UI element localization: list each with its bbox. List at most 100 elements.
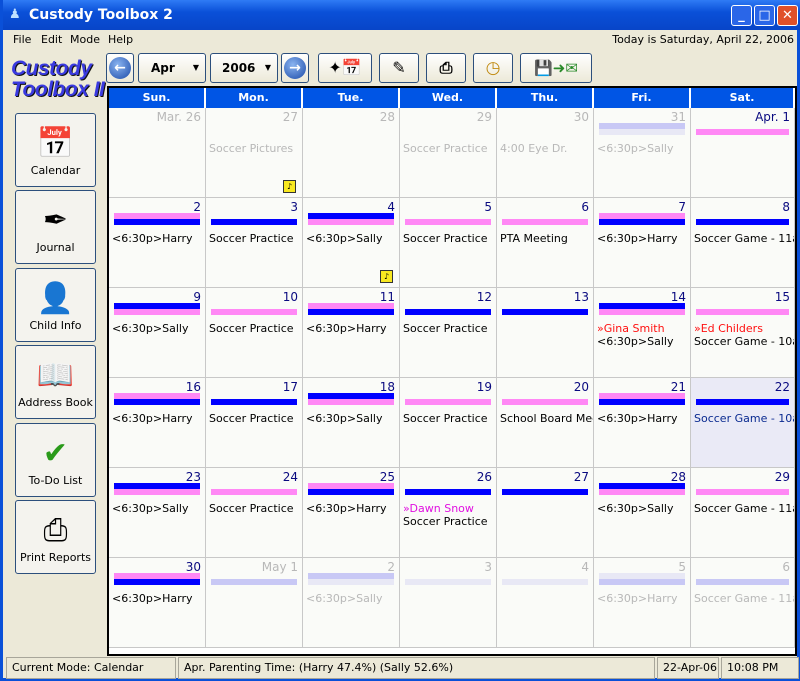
sidebar-item-child-info[interactable]: 👤 Child Info bbox=[15, 268, 96, 342]
calendar-event[interactable]: <6:30p>Harry bbox=[597, 592, 678, 605]
day-cell[interactable]: 10 Soccer Practice bbox=[206, 288, 303, 378]
calendar-event[interactable]: <6:30p>Sally bbox=[306, 232, 382, 245]
calendar-event[interactable]: Soccer Practice bbox=[209, 502, 294, 515]
day-cell[interactable]: 27 bbox=[497, 468, 594, 558]
print-button[interactable]: ⎙ bbox=[426, 53, 466, 83]
calendar-event[interactable]: Soccer Practice bbox=[209, 412, 294, 425]
sidebar-item-calendar[interactable]: 📅 Calendar bbox=[15, 113, 96, 187]
calendar-event[interactable]: <6:30p>Sally bbox=[597, 502, 673, 515]
day-cell[interactable]: 4 <6:30p>Sally ♪ bbox=[303, 198, 400, 288]
clock-button[interactable]: ◷ bbox=[473, 53, 513, 83]
maximize-button[interactable]: □ bbox=[754, 5, 775, 26]
calendar-event[interactable]: Soccer Game - 10a bbox=[694, 412, 794, 425]
day-cell[interactable]: 19 Soccer Practice bbox=[400, 378, 497, 468]
day-cell[interactable]: Apr. 1 bbox=[691, 108, 795, 198]
sidebar-item-address-book[interactable]: 📖 Address Book bbox=[15, 345, 96, 419]
note-icon[interactable]: ♪ bbox=[283, 180, 296, 193]
calendar-event[interactable]: <6:30p>Harry bbox=[112, 412, 193, 425]
day-cell[interactable]: 26 »Dawn Snow Soccer Practice bbox=[400, 468, 497, 558]
wizard-button[interactable]: ✦📅 bbox=[318, 53, 372, 83]
calendar-event[interactable]: <6:30p>Harry bbox=[112, 232, 193, 245]
calendar-event[interactable]: <6:30p>Harry bbox=[306, 322, 387, 335]
day-cell[interactable]: 3 bbox=[400, 558, 497, 648]
sidebar-item-journal[interactable]: ✒ Journal bbox=[15, 190, 96, 264]
day-cell[interactable]: 16 <6:30p>Harry bbox=[109, 378, 206, 468]
calendar-event[interactable]: <6:30p>Harry bbox=[112, 592, 193, 605]
day-cell[interactable]: 30 <6:30p>Harry bbox=[109, 558, 206, 648]
calendar-event[interactable]: Soccer Practice bbox=[209, 232, 294, 245]
day-cell[interactable]: 6 Soccer Game - 11a bbox=[691, 558, 795, 648]
day-cell[interactable]: 30 4:00 Eye Dr. bbox=[497, 108, 594, 198]
day-cell[interactable]: 5 <6:30p>Harry bbox=[594, 558, 691, 648]
calendar-event[interactable]: <6:30p>Sally bbox=[306, 592, 382, 605]
year-select[interactable]: 2006 ▼ bbox=[210, 53, 278, 83]
sidebar-item-print-reports[interactable]: ⎙ Print Reports bbox=[15, 500, 96, 574]
day-cell[interactable]: 9 <6:30p>Sally bbox=[109, 288, 206, 378]
day-cell[interactable]: 21 <6:30p>Harry bbox=[594, 378, 691, 468]
calendar-event[interactable]: Soccer Game - 10a bbox=[694, 335, 794, 348]
calendar-event[interactable]: Soccer Practice bbox=[403, 142, 488, 155]
day-cell[interactable]: 23 <6:30p>Sally bbox=[109, 468, 206, 558]
day-cell[interactable]: 15 »Ed Childers Soccer Game - 10a bbox=[691, 288, 795, 378]
day-cell[interactable]: 20 School Board Meeti bbox=[497, 378, 594, 468]
day-cell[interactable]: 27 Soccer Pictures ♪ bbox=[206, 108, 303, 198]
day-cell[interactable]: 18 <6:30p>Sally bbox=[303, 378, 400, 468]
calendar-event[interactable]: School Board Meeti bbox=[500, 412, 593, 425]
export-button[interactable]: 💾➜✉ bbox=[520, 53, 592, 83]
calendar-event[interactable]: Soccer Practice bbox=[403, 412, 488, 425]
day-cell[interactable]: 6 PTA Meeting bbox=[497, 198, 594, 288]
day-cell[interactable]: 7 <6:30p>Harry bbox=[594, 198, 691, 288]
calendar-event[interactable]: »Ed Childers bbox=[694, 322, 763, 335]
day-cell[interactable]: 12 Soccer Practice bbox=[400, 288, 497, 378]
journal-button[interactable]: ✎ bbox=[379, 53, 419, 83]
calendar-event[interactable]: Soccer Practice bbox=[209, 322, 294, 335]
calendar-event[interactable]: <6:30p>Harry bbox=[597, 412, 678, 425]
day-cell[interactable]: 11 <6:30p>Harry bbox=[303, 288, 400, 378]
next-month-button[interactable]: → bbox=[281, 53, 309, 83]
day-cell[interactable]: 31 <6:30p>Sally bbox=[594, 108, 691, 198]
calendar-event[interactable]: PTA Meeting bbox=[500, 232, 568, 245]
day-cell[interactable]: 5 Soccer Practice bbox=[400, 198, 497, 288]
menu-mode[interactable]: Mode bbox=[70, 33, 100, 46]
month-select[interactable]: Apr ▼ bbox=[138, 53, 206, 83]
calendar-event[interactable]: Soccer Practice bbox=[403, 515, 488, 528]
day-cell[interactable]: 29 Soccer Practice bbox=[400, 108, 497, 198]
day-cell[interactable]: 24 Soccer Practice bbox=[206, 468, 303, 558]
calendar-event[interactable]: <6:30p>Sally bbox=[306, 412, 382, 425]
calendar-event[interactable]: <6:30p>Sally bbox=[112, 502, 188, 515]
day-cell[interactable]: 4 bbox=[497, 558, 594, 648]
calendar-event[interactable]: <6:30p>Harry bbox=[306, 502, 387, 515]
menu-help[interactable]: Help bbox=[108, 33, 133, 46]
day-cell[interactable]: 14 »Gina Smith <6:30p>Sally bbox=[594, 288, 691, 378]
sidebar-item-to-do-list[interactable]: ✔ To-Do List bbox=[15, 423, 96, 497]
day-cell[interactable]: 3 Soccer Practice bbox=[206, 198, 303, 288]
close-button[interactable]: ✕ bbox=[777, 5, 798, 26]
calendar-event[interactable]: Soccer Practice bbox=[403, 322, 488, 335]
day-cell[interactable]: 28 <6:30p>Sally bbox=[594, 468, 691, 558]
minimize-button[interactable]: _ bbox=[731, 5, 752, 26]
day-cell[interactable]: 28 bbox=[303, 108, 400, 198]
calendar-event[interactable]: 4:00 Eye Dr. bbox=[500, 142, 567, 155]
calendar-event[interactable]: »Dawn Snow bbox=[403, 502, 474, 515]
calendar-event[interactable]: <6:30p>Sally bbox=[597, 335, 673, 348]
day-cell[interactable]: Mar. 26 bbox=[109, 108, 206, 198]
calendar-event[interactable]: Soccer Pictures bbox=[209, 142, 293, 155]
calendar-event[interactable]: Soccer Practice bbox=[403, 232, 488, 245]
day-cell[interactable]: 25 <6:30p>Harry bbox=[303, 468, 400, 558]
calendar-event[interactable]: Soccer Game - 11a bbox=[694, 232, 794, 245]
day-cell[interactable]: 2 <6:30p>Harry bbox=[109, 198, 206, 288]
day-cell[interactable]: 17 Soccer Practice bbox=[206, 378, 303, 468]
day-cell[interactable]: 8 Soccer Game - 11a bbox=[691, 198, 795, 288]
calendar-event[interactable]: <6:30p>Harry bbox=[597, 232, 678, 245]
calendar-event[interactable]: <6:30p>Sally bbox=[112, 322, 188, 335]
day-cell[interactable]: 29 Soccer Game - 11a bbox=[691, 468, 795, 558]
calendar-event[interactable]: Soccer Game - 11a bbox=[694, 502, 794, 515]
day-cell[interactable]: 13 bbox=[497, 288, 594, 378]
calendar-event[interactable]: <6:30p>Sally bbox=[597, 142, 673, 155]
prev-month-button[interactable]: ← bbox=[106, 53, 134, 83]
day-cell[interactable]: 2 <6:30p>Sally bbox=[303, 558, 400, 648]
calendar-event[interactable]: Soccer Game - 11a bbox=[694, 592, 794, 605]
menu-edit[interactable]: Edit bbox=[41, 33, 62, 46]
day-cell[interactable]: May 1 bbox=[206, 558, 303, 648]
day-cell[interactable]: 22 Soccer Game - 10a bbox=[691, 378, 795, 468]
